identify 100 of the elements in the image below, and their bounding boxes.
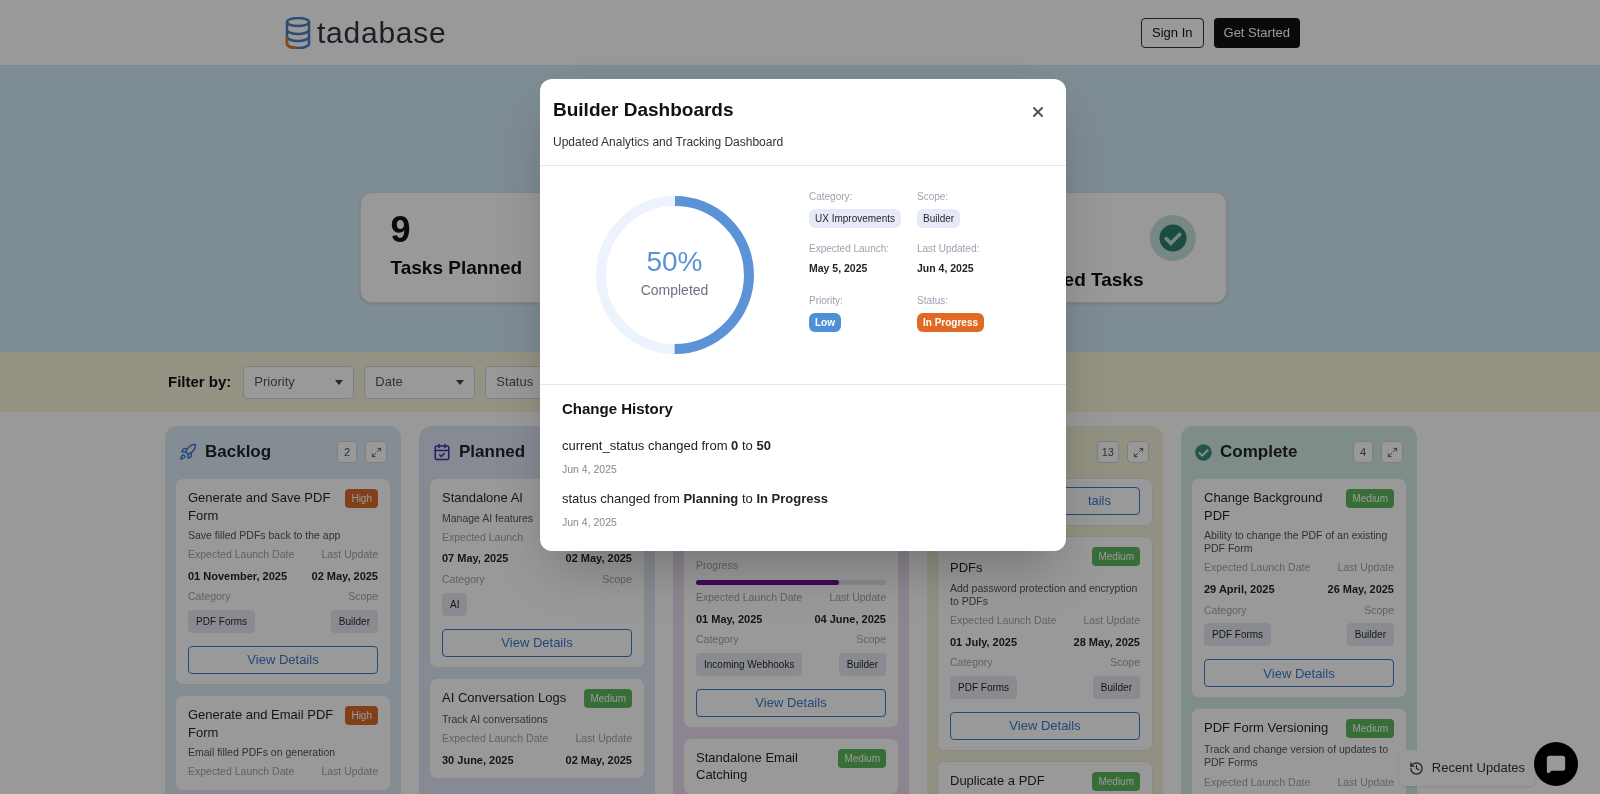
field-label: Last Update (575, 730, 632, 746)
field-value: Jun 4, 2025 (917, 260, 975, 276)
field-label: Last Update (321, 764, 378, 780)
brand-name: tadabase (317, 15, 447, 51)
priority-label: Medium (584, 688, 632, 708)
field-label: Expected Launch Date (696, 589, 803, 605)
expand-icon (1386, 446, 1398, 458)
priority-label: Medium (1092, 771, 1140, 791)
task-title: AI Conversation Logs (442, 688, 567, 707)
field-label: Expected Launch Date (442, 730, 549, 746)
task-description: Add password protection and encryption to PDFs (950, 581, 1139, 608)
caret-icon (335, 379, 344, 385)
date-value: 02 May, 2025 (565, 752, 632, 768)
view-details-button[interactable]: View Details (1204, 659, 1394, 688)
close-icon (1030, 104, 1046, 120)
get-started-button[interactable]: Get Started (1213, 17, 1300, 48)
field-label: Last Update (1083, 612, 1140, 628)
date-value: 07 May, 2025 (442, 551, 509, 567)
field-label: Status: (917, 293, 950, 308)
task-count: 4 (1353, 441, 1373, 463)
task-description: Manage AI features (442, 511, 534, 525)
task-description: Track AI conversations (442, 712, 548, 726)
expand-icon (370, 446, 382, 458)
sign-in-button[interactable]: Sign In (1141, 17, 1204, 48)
task-count: 2 (337, 441, 357, 463)
percent-value: 50% (646, 248, 703, 276)
field-label: Last Update (1337, 774, 1394, 790)
field-label: Scope (1110, 655, 1140, 671)
task-description: Email filled PDFs on generation (188, 746, 336, 760)
field-label: Category (442, 571, 485, 587)
date-value: 04 June, 2025 (814, 611, 886, 627)
date-value: 01 July, 2025 (950, 634, 1018, 650)
priority-label: High (345, 489, 378, 508)
task-description: Track and change version of updates to PDF Forms (1204, 743, 1390, 770)
date-value: 29 April, 2025 (1204, 582, 1275, 598)
date-value: 28 May, 2025 (1073, 634, 1140, 650)
view-details-button[interactable]: View Details (188, 646, 378, 675)
date-value: 02 May, 2025 (565, 551, 632, 567)
task-title: PDFs (950, 559, 983, 577)
database-logo-icon (285, 16, 311, 49)
task-description: Save filled PDFs back to the app (188, 529, 341, 543)
filter-label: Filter by: (168, 371, 232, 392)
rocket-icon (179, 443, 197, 461)
task-title: PDF Form Versioning (1204, 719, 1329, 737)
date-value: 02 May, 2025 (311, 568, 378, 584)
recent-updates-button[interactable]: Recent Updates (1398, 750, 1535, 786)
field-label: Category (188, 589, 231, 605)
task-title: Standalone Email Catching (696, 748, 799, 784)
column-title: Complete (1220, 441, 1298, 464)
history-date: Jun 4, 2025 (562, 461, 618, 477)
task-title: Duplicate a PDF (950, 771, 1045, 790)
expand-button[interactable] (1127, 441, 1149, 463)
tag: Builder (330, 610, 378, 634)
caret-icon (456, 379, 465, 385)
field-label: Last Update (321, 547, 378, 563)
task-title: Generate and Save PDF Form (188, 489, 332, 525)
field-label: Last Updated: (917, 241, 981, 256)
tag: PDF Forms (188, 610, 256, 634)
field-label: Priority: (809, 293, 844, 308)
field-label: Category (1204, 602, 1247, 618)
history-entry: current_status changed from 0 to 50 (562, 437, 772, 455)
tag: PDF Forms (950, 675, 1018, 699)
date-value: 01 May, 2025 (696, 611, 763, 627)
field-label: Scope (1364, 602, 1394, 618)
view-details-button[interactable]: View Details (696, 688, 886, 717)
field-label: Expected Launch (442, 529, 524, 545)
field-label: Category (696, 632, 739, 647)
field-label: Category: (809, 189, 854, 204)
field-chip: UX Improvements (809, 208, 902, 228)
task-title: Generate and Email PDF Form (188, 706, 335, 742)
tag: Incoming Webhooks (696, 652, 803, 676)
status-label: Low (809, 312, 841, 332)
history-date: Jun 4, 2025 (562, 514, 618, 530)
priority-label: Medium (1092, 547, 1140, 566)
tag: PDF Forms (1204, 623, 1272, 647)
percent-caption: Completed (640, 281, 709, 300)
tag: Builder (1346, 623, 1394, 647)
field-label: Expected Launch Date (188, 547, 295, 563)
date-value: 26 May, 2025 (1327, 582, 1394, 598)
field-chip: Builder (917, 208, 961, 228)
field-label: Last Update (829, 589, 886, 605)
filter-dropdown[interactable]: Priority (243, 365, 355, 399)
history-icon (1408, 760, 1424, 776)
expand-button[interactable] (365, 441, 387, 463)
view-details-button[interactable]: View Details (950, 711, 1140, 740)
filter-dropdown[interactable]: Date (364, 365, 476, 399)
status-label: In Progress (917, 312, 985, 332)
field-label: Category (950, 655, 993, 671)
task-title: Change Background PDF (1204, 489, 1324, 525)
chat-button[interactable] (1534, 742, 1578, 786)
priority-label: Medium (1346, 489, 1394, 508)
calendar-icon (433, 443, 451, 461)
field-label: Scope (856, 632, 886, 647)
priority-label: High (345, 706, 378, 726)
task-description: Ability to change the PDF of an existing PDF Form (1204, 529, 1389, 556)
section-heading: Change History (562, 398, 674, 419)
view-details-button[interactable]: View Details (442, 628, 632, 657)
history-entry: status changed from Planning to In Progress (562, 490, 829, 509)
dialog-title: Builder Dashboards (553, 98, 735, 122)
expand-button[interactable] (1381, 441, 1403, 463)
